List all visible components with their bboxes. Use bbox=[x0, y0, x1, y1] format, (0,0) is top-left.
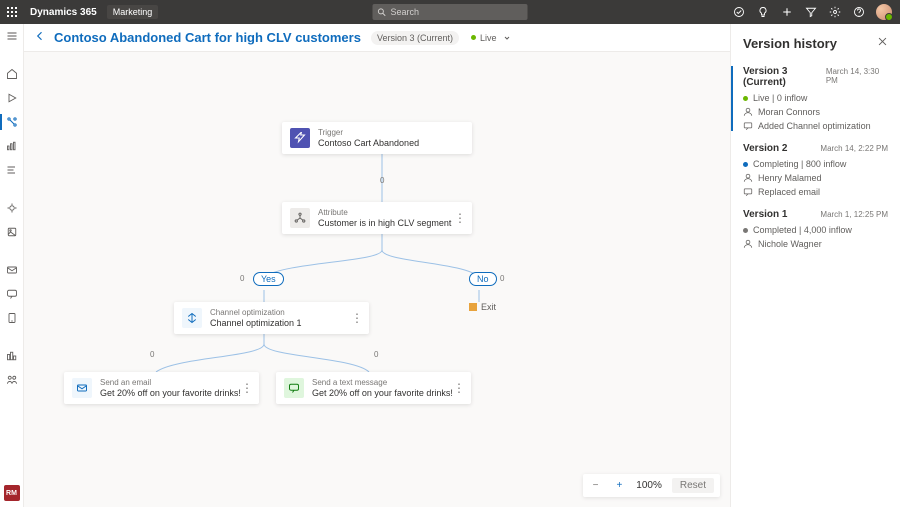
note-icon bbox=[743, 121, 753, 131]
branch-yes[interactable]: Yes bbox=[253, 272, 284, 286]
note-icon bbox=[743, 187, 753, 197]
email-icon bbox=[72, 378, 92, 398]
filter-icon[interactable] bbox=[804, 5, 818, 19]
zoom-in-button[interactable]: + bbox=[612, 480, 626, 491]
node-trigger[interactable]: TriggerContoso Cart Abandoned bbox=[282, 122, 472, 154]
version-status: Completed | 4,000 inflow bbox=[743, 225, 888, 235]
node-sms-more[interactable]: ⋮ bbox=[453, 381, 465, 395]
sms-icon bbox=[284, 378, 304, 398]
count-yes: 0 bbox=[240, 274, 244, 283]
assistant-icon[interactable] bbox=[732, 5, 746, 19]
journey-canvas[interactable]: TriggerContoso Cart Abandoned 0 Attribut… bbox=[24, 72, 730, 507]
zoom-out-button[interactable]: − bbox=[589, 480, 603, 491]
version-note: Replaced email bbox=[743, 187, 888, 197]
nav-push-icon[interactable] bbox=[4, 310, 20, 326]
version-item[interactable]: Version 2 March 14, 2:22 PM Completing | 8… bbox=[731, 143, 888, 197]
zoom-level: 100% bbox=[636, 480, 662, 491]
version-note: Added Channel optimization bbox=[743, 121, 888, 131]
search-icon bbox=[377, 7, 387, 17]
nav-menu-icon[interactable] bbox=[4, 28, 20, 44]
node-channel-optimization[interactable]: Channel optimizationChannel optimization… bbox=[174, 302, 369, 334]
user-avatar[interactable] bbox=[876, 4, 892, 20]
product-name: Dynamics 365 bbox=[24, 7, 103, 18]
nav-sms-icon[interactable] bbox=[4, 286, 20, 302]
version-date: March 14, 3:30 PM bbox=[826, 67, 888, 85]
help-icon[interactable] bbox=[852, 5, 866, 19]
user-icon bbox=[743, 107, 753, 117]
node-attribute-more[interactable]: ⋮ bbox=[454, 211, 466, 225]
nav-audience-icon[interactable] bbox=[4, 348, 20, 364]
side-rail: RM bbox=[0, 24, 24, 507]
count-right: 0 bbox=[374, 350, 378, 359]
add-icon[interactable] bbox=[780, 5, 794, 19]
nav-analytics-icon[interactable] bbox=[4, 138, 20, 154]
page-title: Contoso Abandoned Cart for high CLV cust… bbox=[54, 30, 361, 45]
node-send-email[interactable]: Send an emailGet 20% off on your favorit… bbox=[64, 372, 259, 404]
trigger-icon bbox=[290, 128, 310, 148]
zoom-controls: − + 100% Reset bbox=[583, 474, 720, 497]
nav-journeys-icon[interactable] bbox=[4, 114, 20, 130]
version-status: Live | 0 inflow bbox=[743, 93, 888, 103]
version-user: Henry Malamed bbox=[743, 173, 888, 183]
count-trigger: 0 bbox=[380, 176, 384, 185]
version-user: Moran Connors bbox=[743, 107, 888, 117]
nav-play-icon[interactable] bbox=[4, 90, 20, 106]
version-name: Version 2 bbox=[743, 143, 787, 154]
node-send-sms[interactable]: Send a text messageGet 20% off on your f… bbox=[276, 372, 471, 404]
search-input[interactable]: Search bbox=[373, 4, 528, 20]
version-name: Version 1 bbox=[743, 209, 787, 220]
version-chip[interactable]: Version 3 (Current) bbox=[371, 31, 459, 45]
channel-optimization-icon bbox=[182, 308, 202, 328]
zoom-reset-button[interactable]: Reset bbox=[672, 478, 714, 493]
nav-email-icon[interactable] bbox=[4, 262, 20, 278]
version-status: Completing | 800 inflow bbox=[743, 159, 888, 169]
chevron-down-icon bbox=[503, 34, 511, 42]
user-icon bbox=[743, 239, 753, 249]
panel-title: Version history bbox=[743, 36, 837, 51]
version-name: Version 3 (Current) bbox=[743, 66, 826, 88]
nav-channels-icon[interactable] bbox=[4, 162, 20, 178]
app-launcher-icon[interactable] bbox=[0, 0, 24, 24]
node-attribute[interactable]: AttributeCustomer is in high CLV segment… bbox=[282, 202, 472, 234]
node-email-more[interactable]: ⋮ bbox=[241, 381, 253, 395]
flag-icon bbox=[469, 303, 477, 311]
version-item[interactable]: Version 3 (Current)March 14, 3:30 PM Live… bbox=[731, 66, 888, 131]
version-history-panel: Version history Version 3 (Current)March… bbox=[730, 24, 900, 507]
settings-icon[interactable] bbox=[828, 5, 842, 19]
user-icon bbox=[743, 173, 753, 183]
node-exit[interactable]: Exit bbox=[469, 302, 496, 312]
version-date: March 14, 2:22 PM bbox=[820, 144, 888, 153]
branch-no[interactable]: No bbox=[469, 272, 497, 286]
count-left: 0 bbox=[150, 350, 154, 359]
version-item[interactable]: Version 1 March 1, 12:25 PM Completed | 4,… bbox=[731, 209, 888, 249]
count-no: 0 bbox=[500, 274, 504, 283]
branch-icon bbox=[290, 208, 310, 228]
nav-engagement-icon[interactable] bbox=[4, 200, 20, 216]
version-user: Nichole Wagner bbox=[743, 239, 888, 249]
nav-home-icon[interactable] bbox=[4, 66, 20, 82]
nav-assets-icon[interactable] bbox=[4, 224, 20, 240]
nav-consent-icon[interactable] bbox=[4, 372, 20, 388]
status-live[interactable]: Live bbox=[465, 31, 517, 45]
back-button[interactable] bbox=[34, 29, 46, 47]
main-area: Contoso Abandoned Cart for high CLV cust… bbox=[24, 24, 900, 507]
top-bar: Dynamics 365 Marketing Search bbox=[0, 0, 900, 24]
module-name[interactable]: Marketing bbox=[107, 5, 159, 19]
persona-badge[interactable]: RM bbox=[4, 485, 20, 501]
close-icon[interactable] bbox=[877, 34, 888, 52]
lightbulb-icon[interactable] bbox=[756, 5, 770, 19]
version-date: March 1, 12:25 PM bbox=[820, 210, 888, 219]
node-channel-more[interactable]: ⋮ bbox=[351, 311, 363, 325]
